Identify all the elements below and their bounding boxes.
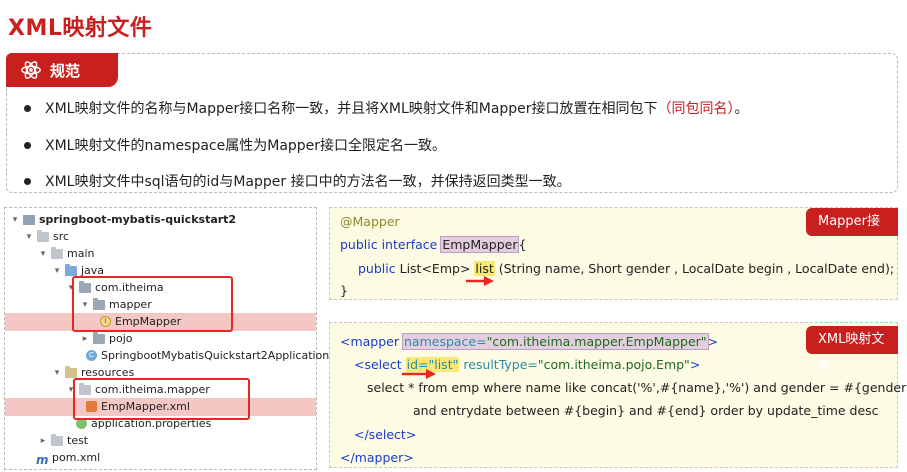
code-annotation: @Mapper <box>340 214 400 229</box>
atom-icon <box>21 61 41 79</box>
maven-icon: m <box>36 452 49 467</box>
bullet-icon <box>24 141 31 149</box>
resources-folder-icon <box>65 365 77 378</box>
tree-node-src[interactable]: ▾ src <box>24 228 69 245</box>
chevron-down-icon[interactable]: ▾ <box>10 215 20 225</box>
folder-icon <box>37 229 49 242</box>
class-icon: C <box>86 350 97 361</box>
chevron-down-icon[interactable]: ▾ <box>38 249 48 259</box>
bullet-icon <box>24 104 31 112</box>
tree-node-project[interactable]: ▾ springboot-mybatis-quickstart2 <box>10 211 236 228</box>
xml-sql-line-1: select * from emp where name like concat… <box>367 380 907 395</box>
code-close-brace: } <box>340 283 348 298</box>
xml-file-badge: XML映射文件 <box>806 326 898 375</box>
tree-node-main[interactable]: ▾ main <box>38 245 94 262</box>
code-interface-line: public interface EmpMapper{ <box>340 236 527 253</box>
tree-node-pojo[interactable]: ▸ pojo <box>80 330 133 347</box>
chevron-down-icon[interactable]: ▾ <box>24 232 34 242</box>
folder-icon <box>51 433 63 446</box>
rules-tab: 规范 <box>6 53 118 87</box>
tree-node-application-class[interactable]: C SpringbootMybatisQuickstart2Application <box>86 347 329 364</box>
chevron-right-icon[interactable]: ▸ <box>38 436 48 446</box>
highlight-rect-mapper-package <box>72 276 233 332</box>
red-arrow-icon <box>466 276 494 286</box>
highlight-rect-mapper-resources <box>73 378 250 420</box>
interface-name: EmpMapper <box>440 236 520 253</box>
rule-item: XML映射文件的namespace属性为Mapper接口全限定名一致。 <box>24 135 446 155</box>
rules-tab-label: 规范 <box>50 61 81 80</box>
chevron-right-icon[interactable]: ▸ <box>80 334 90 344</box>
red-arrow-icon <box>402 369 436 379</box>
xml-select-close: </select> <box>354 427 417 442</box>
tree-node-pom[interactable]: m pom.xml <box>36 449 100 467</box>
xml-sql-line-2: and entrydate between #{begin} and #{end… <box>413 403 879 418</box>
package-icon <box>93 331 105 344</box>
folder-icon <box>51 246 63 259</box>
xml-mapper-open: <mapper namespace="com.itheima.mapper.Em… <box>340 333 719 350</box>
code-method-line: public List<Emp> list (String name, Shor… <box>358 261 895 276</box>
page-title: XML映射文件 <box>8 16 153 41</box>
tree-node-test[interactable]: ▸ test <box>38 432 88 449</box>
namespace-attribute: namespace="com.itheima.mapper.EmpMapper" <box>402 333 709 350</box>
rule-item: XML映射文件的名称与Mapper接口名称一致，并且将XML映射文件和Mappe… <box>24 98 749 118</box>
bullet-icon <box>24 177 31 185</box>
chevron-down-icon[interactable]: ▾ <box>52 368 62 378</box>
project-icon <box>23 214 35 225</box>
chevron-down-icon[interactable]: ▾ <box>52 266 62 276</box>
rule-item: XML映射文件中sql语句的id与Mapper 接口中的方法名一致，并保持返回类… <box>24 171 571 191</box>
method-name: list <box>474 261 495 276</box>
source-folder-icon <box>65 263 77 276</box>
mapper-interface-badge: Mapper接口 <box>806 208 898 257</box>
xml-mapper-close: </mapper> <box>340 450 414 465</box>
